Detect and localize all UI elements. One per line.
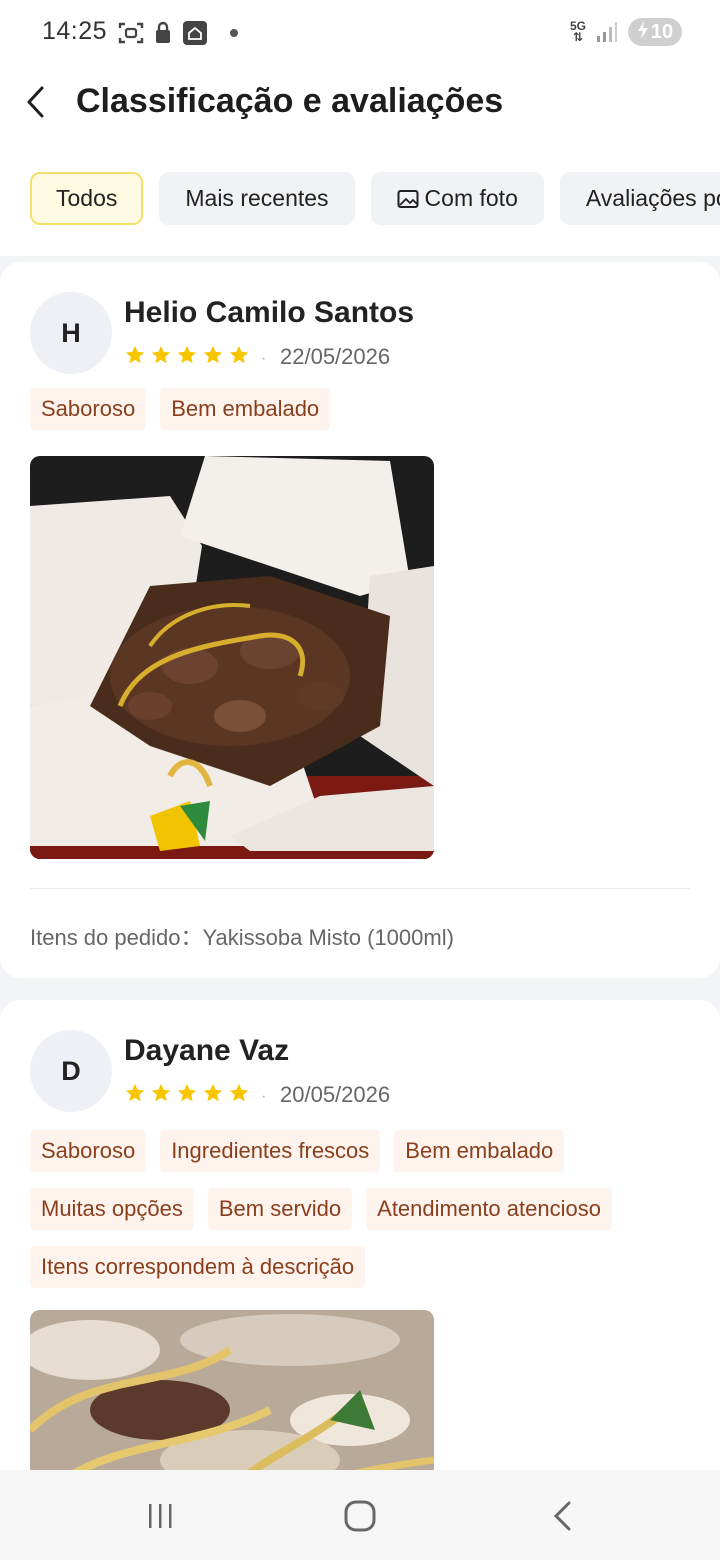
- filter-rating-chip[interactable]: Avaliações po: [559, 172, 720, 225]
- home-app-icon: [182, 20, 208, 46]
- status-time: 14:25: [42, 17, 108, 45]
- signal-icon: [596, 21, 618, 43]
- divider: [30, 888, 690, 889]
- review-tags: Saboroso Bem embalado: [30, 388, 690, 430]
- filter-recent-label: Mais recentes: [185, 185, 329, 211]
- network-type: 5G ⇅: [569, 19, 586, 44]
- star-icon: [177, 345, 197, 364]
- star-icon: [151, 1083, 171, 1102]
- avatar: H: [30, 292, 112, 374]
- separator-dot: ·: [261, 1088, 267, 1105]
- review-date: 20/05/2026: [280, 1082, 391, 1107]
- filter-all-label: Todos: [56, 185, 118, 211]
- avatar-initial: H: [61, 317, 81, 348]
- review-tag: Bem embalado: [160, 388, 331, 430]
- star-icon: [203, 1083, 223, 1102]
- review-photo[interactable]: [30, 456, 434, 859]
- star-icon: [229, 345, 249, 364]
- rating-stars: [124, 1082, 250, 1104]
- filter-all-chip[interactable]: Todos: [30, 172, 144, 225]
- chevron-left-icon: [27, 86, 44, 118]
- filter-photo-label: Com foto: [424, 185, 518, 211]
- page-header: Classificação e avaliações: [0, 70, 720, 140]
- review-tags: Saboroso Ingredientes frescos Bem embala…: [30, 1130, 690, 1288]
- system-nav-bar: [0, 1470, 720, 1560]
- battery-indicator: 10: [628, 18, 682, 46]
- home-button[interactable]: [340, 1498, 380, 1534]
- food-photo-image: [30, 456, 434, 859]
- top-section: 14:25 5G ⇅ 10 Classificação e avaliações…: [0, 0, 720, 256]
- battery-level: 10: [650, 20, 674, 43]
- order-items: Itens do pedido：Yakissoba Misto (1000ml): [30, 925, 454, 950]
- review-tag: Bem servido: [207, 1188, 353, 1230]
- star-icon: [125, 1083, 145, 1102]
- filter-photo-chip[interactable]: Com foto: [370, 172, 544, 225]
- star-icon: [229, 1083, 249, 1102]
- screenshot-icon: [118, 21, 144, 45]
- filter-rating-label: Avaliações po: [585, 185, 720, 211]
- star-icon: [125, 345, 145, 364]
- home-icon: [344, 1500, 376, 1532]
- image-icon: [397, 189, 419, 208]
- review-tag: Bem embalado: [394, 1130, 565, 1172]
- filter-recent-chip[interactable]: Mais recentes: [159, 172, 355, 225]
- recent-apps-button[interactable]: [140, 1498, 180, 1534]
- review-date: 22/05/2026: [280, 344, 391, 369]
- charging-icon: [637, 20, 649, 45]
- review-tag: Saboroso: [30, 1130, 147, 1172]
- recent-apps-icon: [149, 1504, 172, 1528]
- rating-stars: [124, 344, 250, 366]
- lock-icon: [154, 21, 172, 45]
- reviewer-name: Dayane Vaz: [124, 1034, 290, 1067]
- review-tag: Muitas opções: [30, 1188, 194, 1230]
- review-tag: Itens correspondem à descrição: [30, 1246, 366, 1288]
- back-icon: [553, 1501, 571, 1531]
- back-button[interactable]: [18, 80, 52, 124]
- reviewer-name: Helio Camilo Santos: [124, 296, 415, 329]
- status-bar: 14:25 5G ⇅ 10: [0, 0, 720, 68]
- notification-dot-icon: [230, 29, 238, 37]
- system-back-button[interactable]: [542, 1498, 582, 1534]
- avatar-initial: D: [61, 1055, 81, 1086]
- review-card: D Dayane Vaz · 20/05/2026 Saboroso Ingre…: [0, 1000, 720, 1520]
- star-icon: [151, 345, 171, 364]
- separator-dot: ·: [261, 350, 267, 367]
- filter-chips: Todos Mais recentes Com foto Avaliações …: [30, 172, 720, 225]
- review-card: H Helio Camilo Santos · 22/05/2026 Sabor…: [0, 262, 720, 978]
- avatar: D: [30, 1030, 112, 1112]
- star-icon: [177, 1083, 197, 1102]
- review-tag: Ingredientes frescos: [160, 1130, 381, 1172]
- review-tag: Saboroso: [30, 388, 147, 430]
- star-icon: [203, 345, 223, 364]
- review-tag: Atendimento atencioso: [366, 1188, 612, 1230]
- page-title: Classificação e avaliações: [76, 82, 504, 120]
